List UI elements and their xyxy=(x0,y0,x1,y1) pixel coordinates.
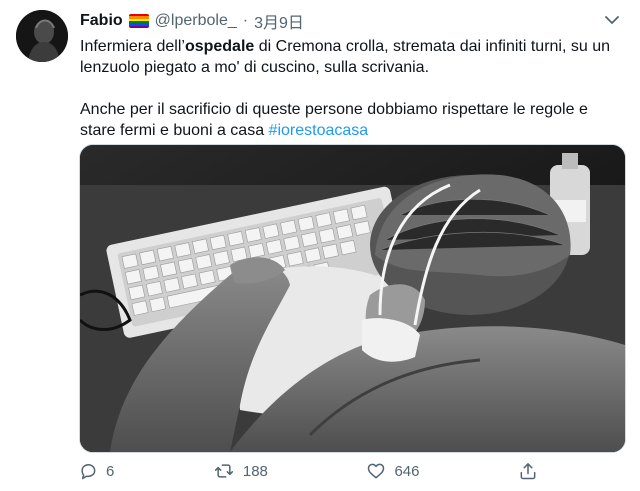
retweet-button[interactable]: 188 xyxy=(213,461,268,481)
tweet-header: Fabio @lperbole_ · 3月9日 xyxy=(80,10,304,32)
tweet-actions: 6 188 646 xyxy=(78,458,538,484)
retweet-icon xyxy=(214,464,233,478)
rainbow-flag-icon xyxy=(128,14,149,28)
chevron-down-icon[interactable] xyxy=(600,12,624,28)
author-handle[interactable]: @lperbole_ xyxy=(155,12,237,30)
separator-dot: · xyxy=(242,12,249,29)
avatar-image xyxy=(16,10,68,62)
photo-image xyxy=(80,145,625,452)
tweet-paragraph-1: Infermiera dell’ospedale di Cremona crol… xyxy=(80,36,625,78)
reply-count: 6 xyxy=(106,462,115,480)
tweet-text: Infermiera dell’ospedale di Cremona crol… xyxy=(80,36,625,141)
text-segment: Infermiera dell’ xyxy=(80,38,185,55)
reply-icon xyxy=(81,464,96,480)
tweet: Fabio @lperbole_ · 3月9日 Infermiera dell’… xyxy=(0,0,640,491)
avatar[interactable] xyxy=(16,10,68,62)
tweet-paragraph-2: Anche per il sacrificio di queste person… xyxy=(80,99,625,141)
tweet-photo[interactable] xyxy=(79,144,626,453)
retweet-count: 188 xyxy=(242,462,268,480)
tweet-date[interactable]: 3月9日 xyxy=(254,9,304,33)
share-icon xyxy=(520,463,536,480)
reply-button[interactable]: 6 xyxy=(78,461,114,481)
author-display-name[interactable]: Fabio xyxy=(80,12,123,30)
text-bold-segment: ospedale xyxy=(184,38,255,55)
share-button[interactable] xyxy=(518,461,538,481)
like-count: 646 xyxy=(394,462,420,480)
hashtag-link[interactable]: #iorestoacasa xyxy=(269,122,369,139)
like-button[interactable]: 646 xyxy=(366,461,419,481)
heart-icon xyxy=(368,463,385,479)
